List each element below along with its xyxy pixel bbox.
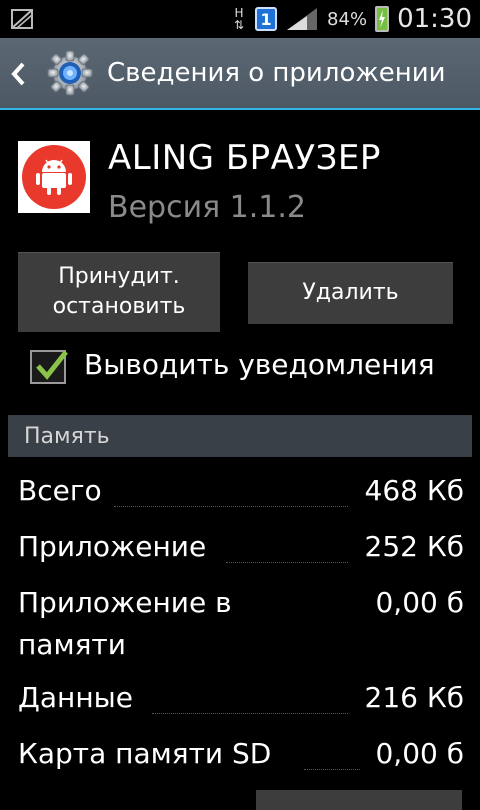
app-name: ALING БРАУЗЕР xyxy=(108,138,381,178)
signal-strength-icon xyxy=(287,8,318,30)
notifications-checkbox[interactable] xyxy=(30,350,68,384)
memory-section-header: Память xyxy=(8,415,472,457)
page-title: Сведения о приложении xyxy=(107,58,446,88)
notification-badge-icon: 1 xyxy=(255,7,278,31)
row-label: Данные xyxy=(18,681,133,714)
row-label: Приложение в xyxy=(18,586,232,619)
battery-charging-icon xyxy=(375,6,390,32)
row-label-line2: памяти xyxy=(18,628,126,661)
clear-data-button-partial[interactable] xyxy=(256,790,462,810)
leader-dots xyxy=(304,769,360,770)
row-value: 0,00 б xyxy=(375,737,464,770)
memory-row-app: Приложение 252 Кб xyxy=(18,530,464,570)
row-value: 468 Кб xyxy=(364,474,465,507)
notifications-label[interactable]: Выводить уведомления xyxy=(84,348,435,381)
app-version: Версия 1.1.2 xyxy=(108,190,306,225)
settings-gear-icon xyxy=(47,50,93,96)
leader-dots xyxy=(152,713,348,714)
force-stop-button[interactable]: Принудит. остановить xyxy=(18,252,220,332)
status-bar: H ⇅ 1 84% 01:30 xyxy=(0,0,480,38)
memory-row-total: Всего 468 Кб xyxy=(18,474,464,514)
android-icon xyxy=(36,159,72,195)
row-value: 216 Кб xyxy=(364,681,465,714)
uninstall-button[interactable]: Удалить xyxy=(248,262,453,324)
no-signal-icon xyxy=(11,9,33,29)
checkmark-icon xyxy=(36,350,68,380)
clock: 01:30 xyxy=(397,4,472,34)
force-stop-label-line1: Принудит. xyxy=(58,264,180,289)
row-value: 252 Кб xyxy=(364,530,465,563)
back-icon[interactable] xyxy=(8,60,28,88)
app-icon-frame xyxy=(18,141,90,213)
memory-row-data: Данные 216 Кб xyxy=(18,681,464,721)
leader-dots xyxy=(226,562,348,563)
action-bar: Сведения о приложении xyxy=(0,38,480,110)
network-type-icon: H ⇅ xyxy=(234,6,245,32)
row-label: Всего xyxy=(18,474,102,507)
android-app-icon xyxy=(22,145,86,209)
battery-percent: 84% xyxy=(327,8,368,30)
force-stop-label-line2: остановить xyxy=(52,294,186,319)
row-label: Карта памяти SD xyxy=(18,737,272,770)
row-value: 0,00 б xyxy=(375,586,464,619)
row-label: Приложение xyxy=(18,530,207,563)
leader-dots xyxy=(114,506,348,507)
memory-row-sd-card: Карта памяти SD 0,00 б xyxy=(18,737,464,777)
memory-row-app-in-memory: Приложение в памяти 0,00 б xyxy=(18,586,464,666)
